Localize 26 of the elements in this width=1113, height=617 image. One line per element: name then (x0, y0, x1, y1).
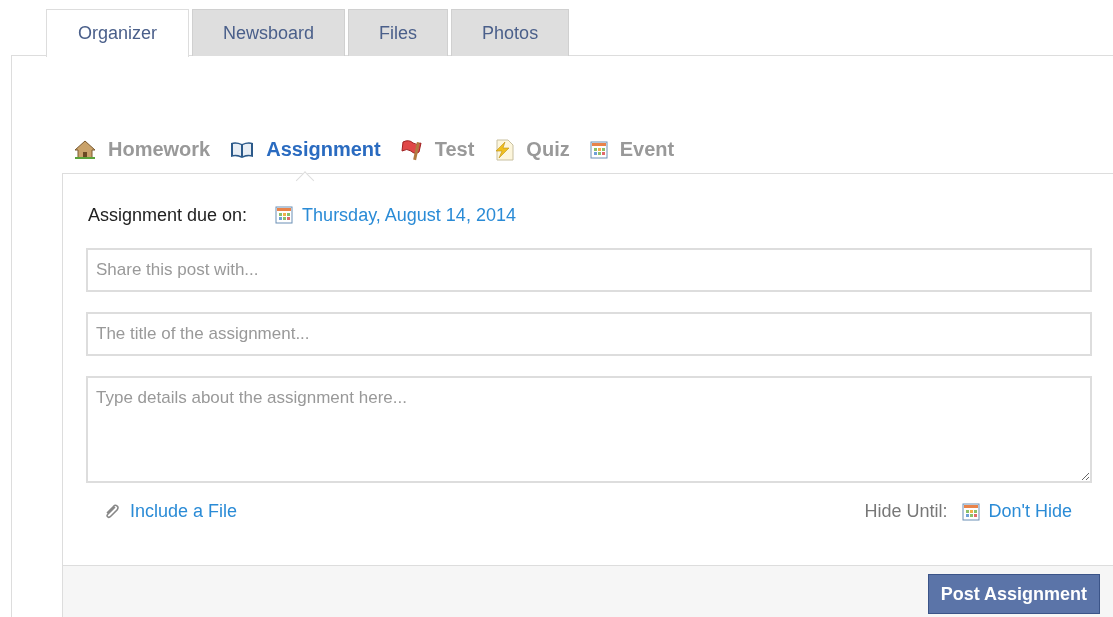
title-field[interactable]: The title of the assignment... (86, 312, 1092, 356)
calendar-icon (589, 140, 608, 159)
book-icon (230, 140, 255, 159)
due-date-link[interactable]: Thursday, August 14, 2014 (275, 204, 516, 226)
paperclip-icon (103, 502, 121, 521)
share-field[interactable]: Share this post with... (86, 248, 1092, 292)
hide-until-link[interactable]: Don't Hide (961, 501, 1072, 522)
include-file-link[interactable]: Include a File (103, 501, 238, 522)
post-type-tab[interactable]: Homework (74, 138, 211, 161)
details-field[interactable]: Type details about the assignment here... (86, 376, 1092, 483)
post-type-tab[interactable]: Test (400, 138, 475, 161)
post-assignment-button[interactable]: Post Assignment (927, 574, 1100, 614)
tab[interactable]: Organizer (46, 9, 190, 57)
house-icon (74, 139, 96, 160)
calendar-icon (275, 206, 294, 224)
post-type-tab[interactable]: Quiz (494, 138, 570, 161)
post-type-tab[interactable]: Assignment (230, 138, 381, 161)
tab[interactable]: Photos (451, 9, 570, 56)
lightning-note-icon (494, 138, 515, 161)
flag-icon (400, 138, 423, 161)
tab[interactable]: Files (348, 9, 449, 56)
tab[interactable]: Newsboard (192, 9, 346, 56)
due-label: Assignment due on: (88, 204, 248, 226)
post-type-tab[interactable]: Event (589, 138, 675, 161)
hide-until-label: Hide Until: (864, 501, 948, 522)
calendar-icon (961, 502, 980, 521)
